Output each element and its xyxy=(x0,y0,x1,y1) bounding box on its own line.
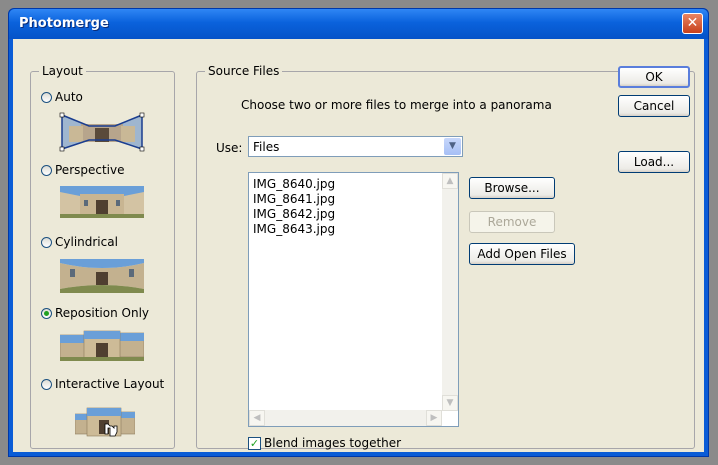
close-button[interactable]: ✕ xyxy=(682,13,703,34)
radio-auto[interactable]: Auto xyxy=(41,90,83,104)
radio-label: Interactive Layout xyxy=(55,377,165,391)
load-button[interactable]: Load... xyxy=(618,151,690,173)
use-dropdown[interactable]: Files ▼ xyxy=(248,136,463,157)
source-files-legend: Source Files xyxy=(208,64,280,78)
source-files-group: Source Files Choose two or more files to… xyxy=(196,64,695,450)
blend-images-label: Blend images together xyxy=(264,436,402,450)
dialog-client-area: Layout Auto Perspective Cylindrical Repo… xyxy=(13,39,704,452)
interactive-layout-thumbnail-icon xyxy=(75,407,135,437)
cylindrical-layout-thumbnail-icon xyxy=(60,259,144,293)
layout-legend: Layout xyxy=(42,64,83,78)
radio-button-icon[interactable] xyxy=(41,307,52,319)
perspective-layout-thumbnail-icon xyxy=(60,186,144,218)
list-item[interactable]: IMG_8641.jpg xyxy=(253,192,335,206)
radio-label: Cylindrical xyxy=(55,235,118,249)
radio-button-icon[interactable] xyxy=(41,236,52,248)
scroll-down-icon[interactable]: ▼ xyxy=(442,395,458,411)
radio-cylindrical[interactable]: Cylindrical xyxy=(41,235,118,249)
radio-button-icon[interactable] xyxy=(41,164,52,176)
source-files-list[interactable]: IMG_8640.jpg IMG_8641.jpg IMG_8642.jpg I… xyxy=(248,172,459,427)
add-open-files-button[interactable]: Add Open Files xyxy=(469,243,575,265)
ok-button[interactable]: OK xyxy=(618,66,690,88)
horizontal-scrollbar[interactable]: ◀ ▶ xyxy=(249,410,442,426)
chevron-down-icon[interactable]: ▼ xyxy=(444,138,461,155)
instruction-text: Choose two or more files to merge into a… xyxy=(241,98,552,112)
title-bar[interactable]: Photomerge ✕ xyxy=(9,9,708,39)
blend-images-option[interactable]: ✓ Blend images together xyxy=(248,436,401,450)
radio-button-icon[interactable] xyxy=(41,91,52,103)
checkbox-checked-icon[interactable]: ✓ xyxy=(248,436,261,450)
radio-reposition-only[interactable]: Reposition Only xyxy=(41,306,149,320)
auto-layout-thumbnail-icon xyxy=(59,112,145,152)
scroll-left-icon[interactable]: ◀ xyxy=(249,410,265,426)
list-item[interactable]: IMG_8640.jpg xyxy=(253,177,335,191)
use-label: Use: xyxy=(216,141,243,155)
vertical-scrollbar[interactable]: ▲ ▼ xyxy=(442,173,458,411)
remove-button[interactable]: Remove xyxy=(469,211,555,233)
browse-button[interactable]: Browse... xyxy=(469,177,555,199)
window-title: Photomerge xyxy=(19,16,109,31)
scroll-up-icon[interactable]: ▲ xyxy=(442,173,458,189)
use-dropdown-value: Files xyxy=(253,140,280,154)
radio-label: Auto xyxy=(55,90,83,104)
photomerge-dialog: Photomerge ✕ Layout Auto Perspective Cyl… xyxy=(8,8,709,457)
list-item[interactable]: IMG_8642.jpg xyxy=(253,207,335,221)
radio-label: Perspective xyxy=(55,163,125,177)
radio-label: Reposition Only xyxy=(55,306,150,320)
radio-perspective[interactable]: Perspective xyxy=(41,163,125,177)
radio-button-icon[interactable] xyxy=(41,378,52,390)
cancel-button[interactable]: Cancel xyxy=(618,95,690,117)
close-icon: ✕ xyxy=(686,15,699,31)
radio-interactive-layout[interactable]: Interactive Layout xyxy=(41,377,164,391)
list-item[interactable]: IMG_8643.jpg xyxy=(253,222,335,236)
reposition-layout-thumbnail-icon xyxy=(60,330,144,361)
layout-group: Layout Auto Perspective Cylindrical Repo… xyxy=(30,64,175,449)
scroll-right-icon[interactable]: ▶ xyxy=(426,410,442,426)
